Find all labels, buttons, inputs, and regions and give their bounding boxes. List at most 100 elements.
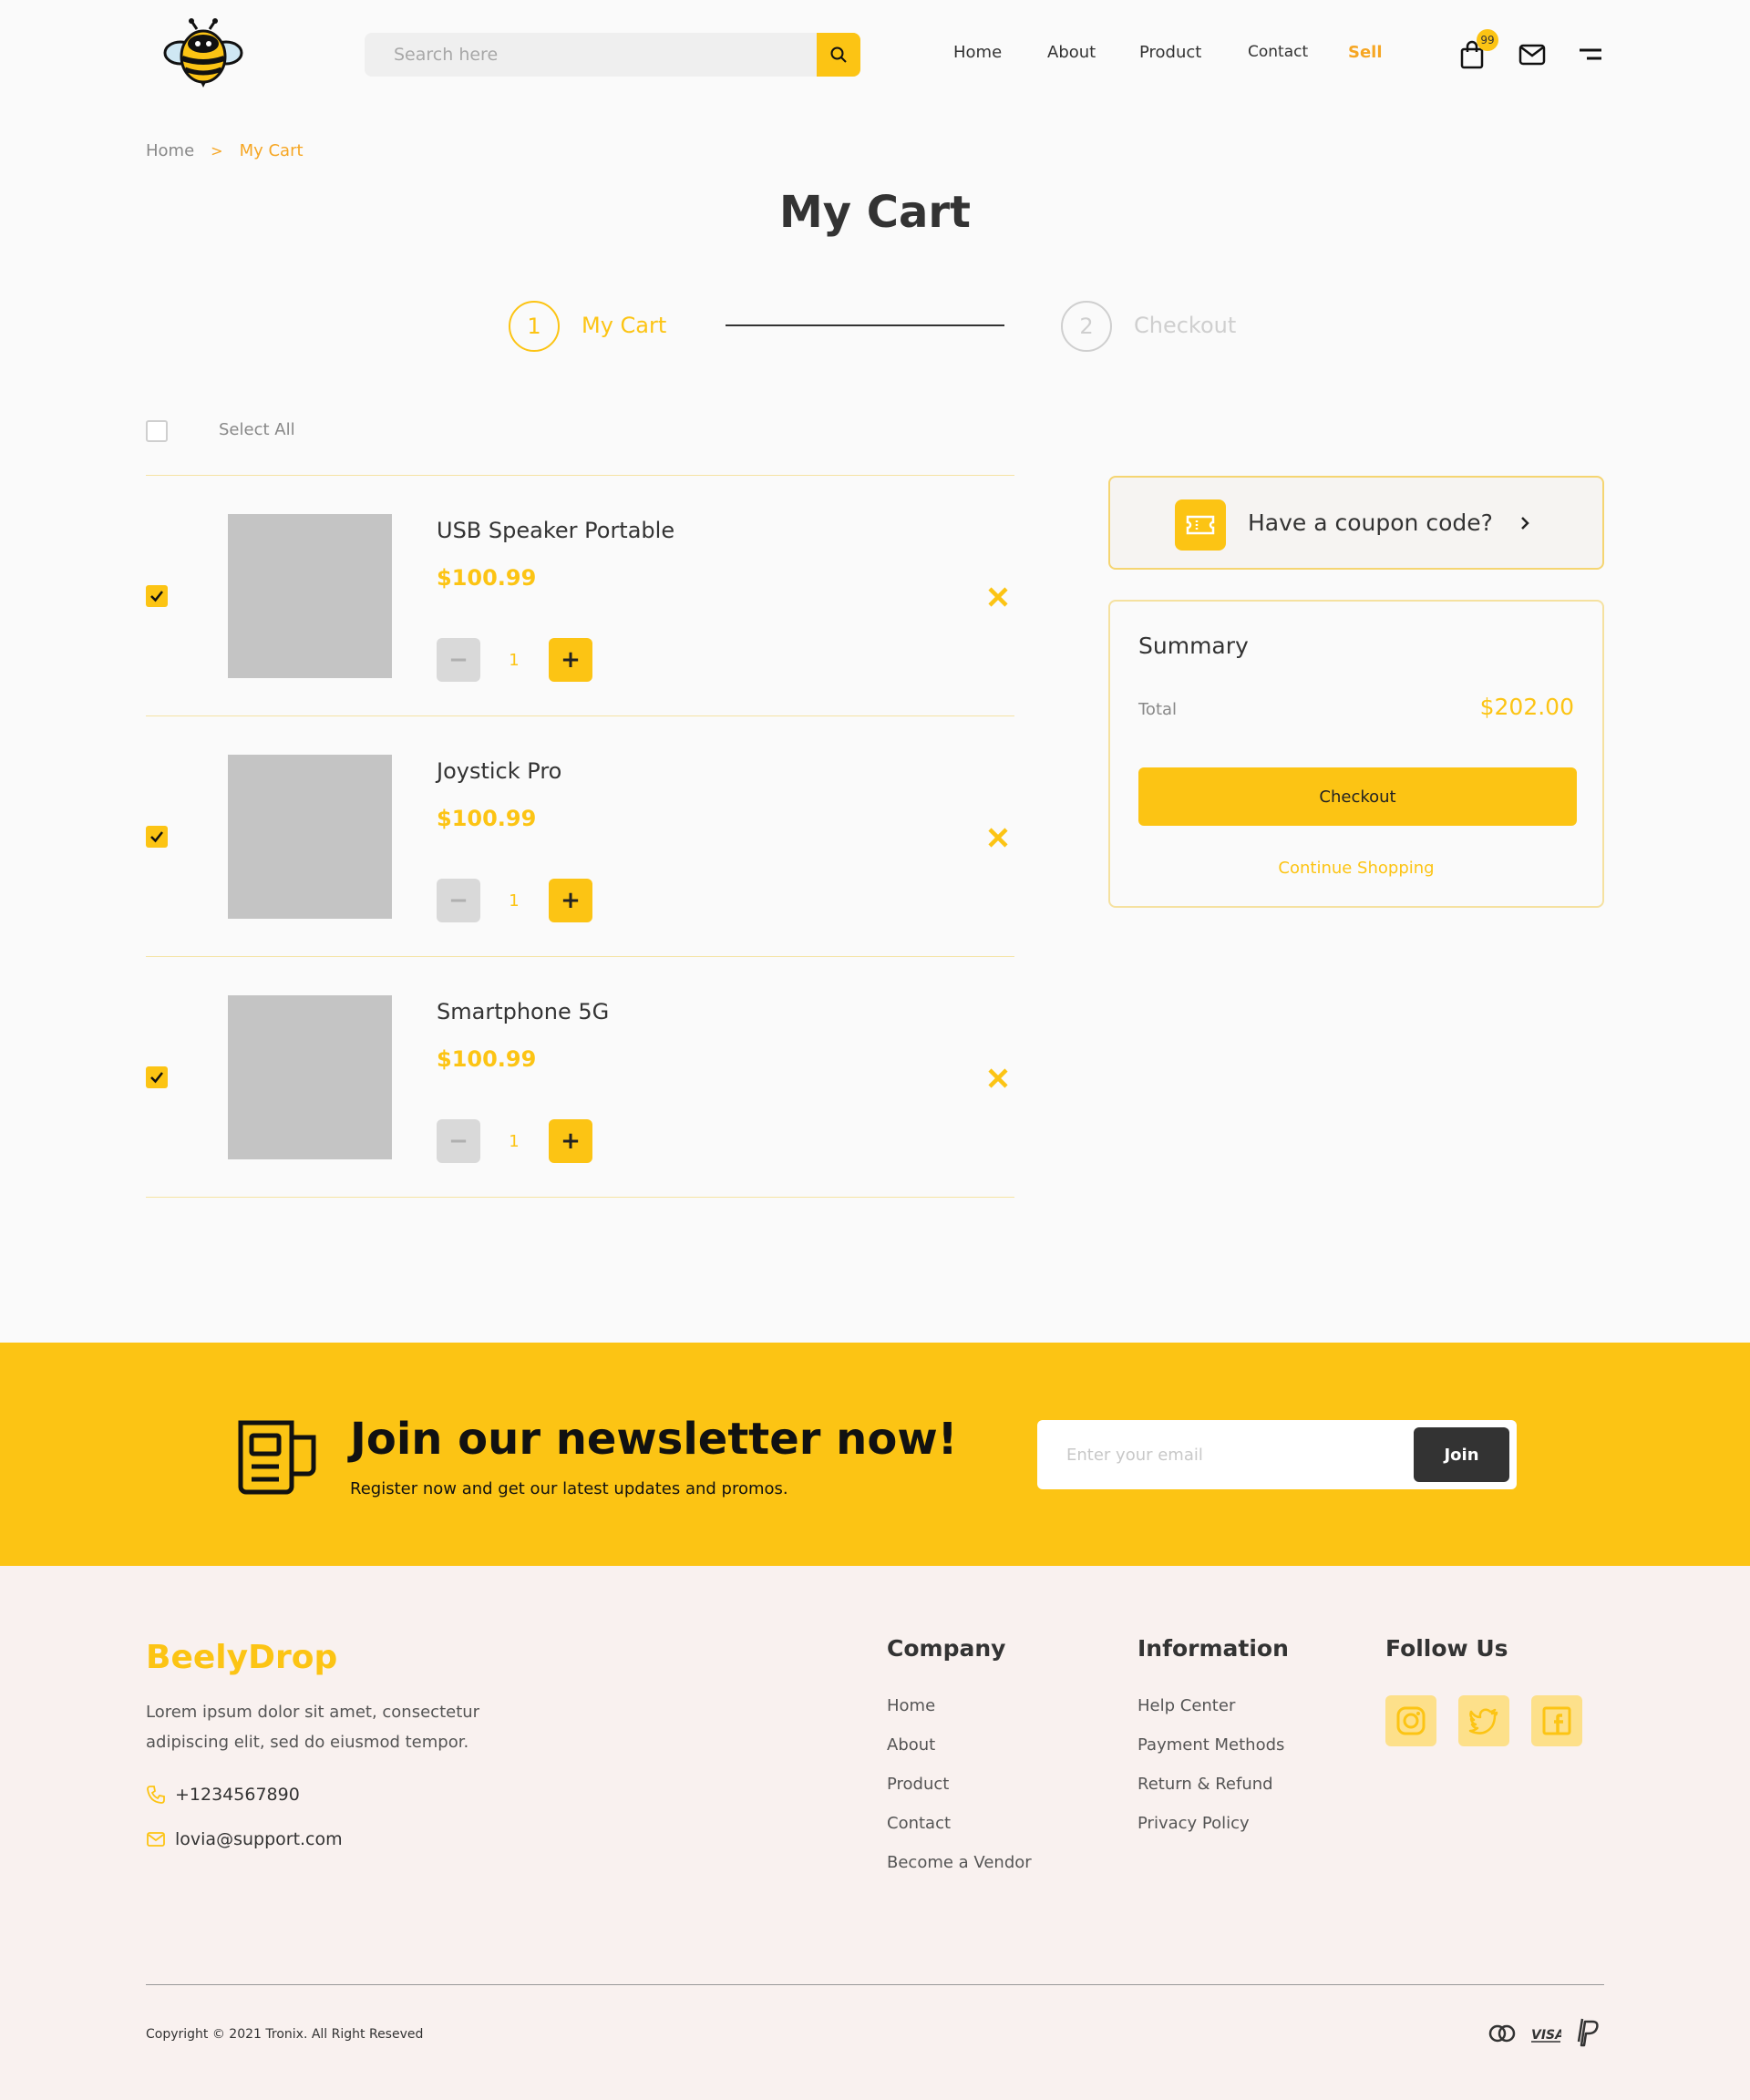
breadcrumb-separator: > bbox=[211, 142, 223, 160]
bee-logo[interactable] bbox=[162, 16, 244, 89]
summary-title: Summary bbox=[1138, 633, 1249, 659]
item-3-price: $100.99 bbox=[437, 1046, 537, 1072]
item-2-image bbox=[228, 755, 392, 919]
phone-icon bbox=[147, 1786, 165, 1804]
step-1-label: My Cart bbox=[582, 313, 667, 338]
check-icon bbox=[150, 1072, 163, 1084]
item-3-quantity: 1 bbox=[509, 1132, 520, 1151]
item-1-image bbox=[228, 514, 392, 678]
footer-link-contact[interactable]: Contact bbox=[887, 1814, 951, 1833]
total-value: $202.00 bbox=[1479, 694, 1574, 720]
check-icon bbox=[150, 831, 163, 843]
item-3-decrease-button[interactable]: − bbox=[437, 1119, 480, 1163]
footer-link-payment-methods[interactable]: Payment Methods bbox=[1138, 1735, 1284, 1755]
newsletter-title: Join our newsletter now! bbox=[350, 1414, 958, 1465]
cart-count-badge: 99 bbox=[1477, 29, 1498, 51]
total-label: Total bbox=[1138, 700, 1178, 719]
footer-link-home[interactable]: Home bbox=[887, 1696, 935, 1715]
page-title: My Cart bbox=[779, 187, 971, 238]
email-row: lovia@support.com bbox=[146, 1829, 343, 1849]
coupon-label: Have a coupon code? bbox=[1248, 510, 1493, 536]
nav-contact[interactable]: Contact bbox=[1248, 43, 1308, 61]
footer-link-product[interactable]: Product bbox=[887, 1775, 949, 1794]
item-2-quantity: 1 bbox=[509, 891, 520, 911]
item-1-increase-button[interactable]: + bbox=[549, 638, 592, 682]
item-3-increase-button[interactable]: + bbox=[549, 1119, 592, 1163]
item-2-price: $100.99 bbox=[437, 806, 537, 831]
search-bar bbox=[365, 33, 860, 77]
newsletter-section: Join our newsletter now! Register now an… bbox=[0, 1343, 1750, 1566]
twitter-icon[interactable] bbox=[1458, 1695, 1509, 1746]
phone-row: +1234567890 bbox=[146, 1785, 300, 1805]
footer-link-become-vendor[interactable]: Become a Vendor bbox=[887, 1853, 1032, 1872]
cart-divider bbox=[146, 1197, 1014, 1198]
svg-text:VISA: VISA bbox=[1531, 2028, 1561, 2043]
nav-home[interactable]: Home bbox=[953, 43, 1002, 62]
follow-heading: Follow Us bbox=[1385, 1635, 1508, 1662]
footer-phone[interactable]: +1234567890 bbox=[175, 1785, 300, 1805]
item-2-increase-button[interactable]: + bbox=[549, 879, 592, 922]
instagram-icon[interactable] bbox=[1385, 1695, 1436, 1746]
search-button[interactable] bbox=[817, 33, 860, 77]
menu-icon[interactable] bbox=[1576, 46, 1603, 64]
mail-icon bbox=[147, 1832, 165, 1847]
item-3-image bbox=[228, 995, 392, 1159]
breadcrumb-current: My Cart bbox=[239, 141, 304, 160]
step-2-circle: 2 bbox=[1061, 301, 1112, 352]
continue-shopping-link[interactable]: Continue Shopping bbox=[1110, 859, 1602, 878]
cart-divider bbox=[146, 956, 1014, 957]
join-button[interactable]: Join bbox=[1414, 1427, 1509, 1482]
paypal-icon bbox=[1576, 2018, 1600, 2051]
footer: BeelyDrop Lorem ipsum dolor sit amet, co… bbox=[0, 1566, 1750, 2100]
footer-link-return-refund[interactable]: Return & Refund bbox=[1138, 1775, 1273, 1794]
ticket-icon bbox=[1175, 499, 1226, 551]
item-3-checkbox[interactable] bbox=[146, 1066, 168, 1088]
cart-divider bbox=[146, 715, 1014, 716]
item-1-name[interactable]: USB Speaker Portable bbox=[437, 518, 674, 543]
item-1-checkbox[interactable] bbox=[146, 585, 168, 607]
email-field[interactable] bbox=[1037, 1420, 1402, 1489]
footer-divider bbox=[146, 1984, 1604, 1985]
check-icon bbox=[150, 591, 163, 602]
item-2-remove-icon[interactable] bbox=[986, 826, 1010, 849]
footer-link-privacy-policy[interactable]: Privacy Policy bbox=[1138, 1814, 1250, 1833]
mastercard-icon bbox=[1488, 2022, 1516, 2049]
footer-link-about[interactable]: About bbox=[887, 1735, 935, 1755]
information-heading: Information bbox=[1138, 1635, 1289, 1662]
search-icon bbox=[830, 46, 847, 63]
cart-divider bbox=[146, 475, 1014, 476]
newspaper-icon bbox=[235, 1414, 319, 1498]
breadcrumb-home[interactable]: Home bbox=[146, 141, 194, 160]
step-2-label: Checkout bbox=[1134, 313, 1237, 338]
footer-link-help-center[interactable]: Help Center bbox=[1138, 1696, 1235, 1715]
item-2-checkbox[interactable] bbox=[146, 826, 168, 848]
breadcrumb: Home > My Cart bbox=[146, 141, 304, 160]
nav-about[interactable]: About bbox=[1047, 43, 1096, 62]
select-all-label: Select All bbox=[219, 420, 295, 439]
facebook-icon[interactable] bbox=[1531, 1695, 1582, 1746]
item-2-name[interactable]: Joystick Pro bbox=[437, 758, 561, 784]
item-1-remove-icon[interactable] bbox=[986, 585, 1010, 609]
nav-product[interactable]: Product bbox=[1139, 43, 1201, 62]
visa-icon: VISA bbox=[1530, 2025, 1565, 2047]
footer-description: Lorem ipsum dolor sit amet, consectetur … bbox=[146, 1703, 480, 1752]
item-1-price: $100.99 bbox=[437, 565, 537, 591]
footer-brand[interactable]: BeelyDrop bbox=[146, 1639, 337, 1676]
item-1-decrease-button[interactable]: − bbox=[437, 638, 480, 682]
stepper-line bbox=[726, 324, 1004, 326]
footer-email[interactable]: lovia@support.com bbox=[175, 1829, 343, 1849]
item-3-remove-icon[interactable] bbox=[986, 1066, 1010, 1090]
newsletter-form: Join bbox=[1037, 1420, 1517, 1489]
item-3-name[interactable]: Smartphone 5G bbox=[437, 999, 609, 1024]
order-summary: Summary Total $202.00 Checkout Continue … bbox=[1108, 600, 1604, 908]
coupon-card[interactable]: Have a coupon code? bbox=[1108, 476, 1604, 570]
search-input[interactable] bbox=[365, 33, 817, 77]
company-heading: Company bbox=[887, 1635, 1006, 1662]
nav-sell[interactable]: Sell bbox=[1348, 43, 1383, 62]
mail-icon[interactable] bbox=[1518, 43, 1546, 67]
item-2-decrease-button[interactable]: − bbox=[437, 879, 480, 922]
chevron-right-icon bbox=[1518, 514, 1531, 536]
select-all-checkbox[interactable] bbox=[146, 420, 168, 442]
newsletter-subtitle: Register now and get our latest updates … bbox=[350, 1479, 788, 1498]
checkout-button[interactable]: Checkout bbox=[1138, 767, 1577, 826]
